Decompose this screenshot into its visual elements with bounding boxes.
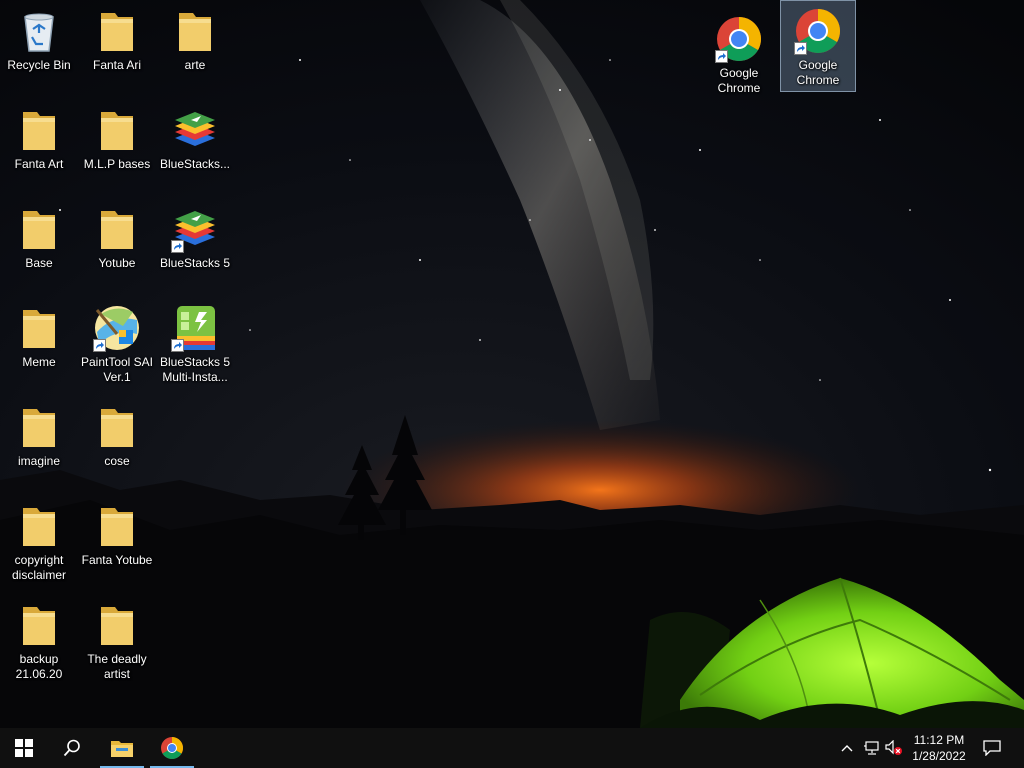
desktop-icon-label: Base [25, 256, 53, 270]
desktop-icon-label: Recycle Bin [7, 58, 71, 72]
desktop-icon-fanta-ari[interactable]: Fanta Ari [79, 0, 155, 92]
shortcut-arrow-icon [715, 50, 728, 63]
desktop-icon-label: Fanta Art [14, 157, 64, 171]
folder-icon [15, 106, 63, 154]
desktop-icon-label: BlueStacks 5 [159, 256, 231, 270]
desktop-icon-bluestacks-5[interactable]: BlueStacks 5 [157, 198, 233, 290]
shortcut-arrow-icon [794, 42, 807, 55]
folder-icon [15, 601, 63, 649]
network-icon [864, 741, 879, 755]
desktop-icon-label: backup 21.06.20 [15, 652, 63, 681]
desktop-icon-label: copyright disclaimer [11, 553, 66, 582]
chrome-icon [715, 15, 763, 63]
bluestacks-icon [171, 106, 219, 154]
desktop-icon-backup-21-06-20[interactable]: backup 21.06.20 [1, 594, 77, 686]
desktop-icon-label: BlueStacks 5 Multi-Insta... [159, 355, 231, 384]
folder-icon [15, 403, 63, 451]
desktop-icon-copyright-disclaimer[interactable]: copyright disclaimer [1, 495, 77, 587]
desktop-icon-m-l-p-bases[interactable]: M.L.P bases [79, 99, 155, 191]
desktop-icon-fanta-yotube[interactable]: Fanta Yotube [79, 495, 155, 587]
bluestacks-icon [171, 205, 219, 253]
taskbar-google-chrome[interactable] [150, 728, 194, 768]
desktop-icon-label: arte [184, 58, 206, 72]
desktop-icon-label: BlueStacks... [159, 157, 231, 171]
desktop-icon-bluestacks[interactable]: BlueStacks... [157, 99, 233, 191]
taskbar-clock[interactable]: 11:12 PM 1/28/2022 [902, 728, 976, 768]
clock-date: 1/28/2022 [912, 749, 966, 763]
desktop-icon-google-chrome[interactable]: Google Chrome [701, 8, 777, 100]
desktop-icon-meme[interactable]: Meme [1, 297, 77, 389]
desktop-icon-label: cose [104, 454, 130, 468]
desktop-icon-label: imagine [17, 454, 61, 468]
desktop-icon-label: The deadly artist [87, 652, 147, 681]
desktop-icon-label: Google Chrome [717, 66, 761, 95]
folder-icon [15, 502, 63, 550]
desktop-icon-label: Meme [22, 355, 56, 369]
desktop-icon-yotube[interactable]: Yotube [79, 198, 155, 290]
taskbar: 11:12 PM 1/28/2022 [0, 728, 1024, 768]
bluestacks-multi-instance-icon [171, 304, 219, 352]
desktop-icon-fanta-art[interactable]: Fanta Art [1, 99, 77, 191]
chrome-icon [794, 7, 842, 55]
desktop-icon-imagine[interactable]: imagine [1, 396, 77, 488]
windows-start-icon [15, 739, 33, 757]
action-center-button[interactable] [978, 728, 1006, 768]
folder-icon [15, 205, 63, 253]
chevron-up-icon [841, 745, 853, 752]
shortcut-arrow-icon [171, 339, 184, 352]
desktop-icon-bluestacks-5-multi-insta[interactable]: BlueStacks 5 Multi-Insta... [157, 297, 233, 389]
folder-icon [93, 601, 141, 649]
show-hidden-icons-button[interactable] [838, 728, 856, 768]
folder-icon [171, 7, 219, 55]
desktop-icon-label: PaintTool SAI Ver.1 [80, 355, 154, 384]
search-icon [63, 739, 80, 757]
desktop-icon-label: Fanta Yotube [81, 553, 153, 567]
desktop-icon-label: Google Chrome [796, 58, 840, 87]
folder-icon [15, 304, 63, 352]
start-button[interactable] [0, 728, 48, 768]
folder-icon [93, 106, 141, 154]
desktop-icon-painttool-sai-ver-1[interactable]: PaintTool SAI Ver.1 [79, 297, 155, 389]
recycle-bin-icon [15, 7, 63, 55]
desktop-icon-the-deadly-artist[interactable]: The deadly artist [79, 594, 155, 686]
desktop-icon-recycle-bin[interactable]: Recycle Bin [1, 0, 77, 92]
desktop-icon-google-chrome[interactable]: Google Chrome [780, 0, 856, 92]
file-explorer-icon [111, 741, 133, 757]
desktop-icon-cose[interactable]: cose [79, 396, 155, 488]
shortcut-arrow-icon [93, 339, 106, 352]
volume-button[interactable] [884, 728, 904, 768]
folder-icon [93, 403, 141, 451]
action-center-icon [983, 740, 1001, 756]
painttool-sai-icon [93, 304, 141, 352]
desktop-icon-arte[interactable]: arte [157, 0, 233, 92]
search-button[interactable] [48, 728, 96, 768]
desktop-icon-label: Fanta Ari [92, 58, 142, 72]
desktop-icon-label: M.L.P bases [83, 157, 151, 171]
folder-icon [93, 502, 141, 550]
desktop-icon-base[interactable]: Base [1, 198, 77, 290]
folder-icon [93, 205, 141, 253]
folder-icon [93, 7, 141, 55]
volume-muted-icon [885, 740, 902, 755]
clock-time: 11:12 PM [913, 733, 965, 747]
shortcut-arrow-icon [171, 240, 184, 253]
network-button[interactable] [860, 728, 882, 768]
desktop-icon-label: Yotube [98, 256, 136, 270]
chrome-icon [161, 737, 183, 759]
taskbar-file-explorer[interactable] [100, 728, 144, 768]
